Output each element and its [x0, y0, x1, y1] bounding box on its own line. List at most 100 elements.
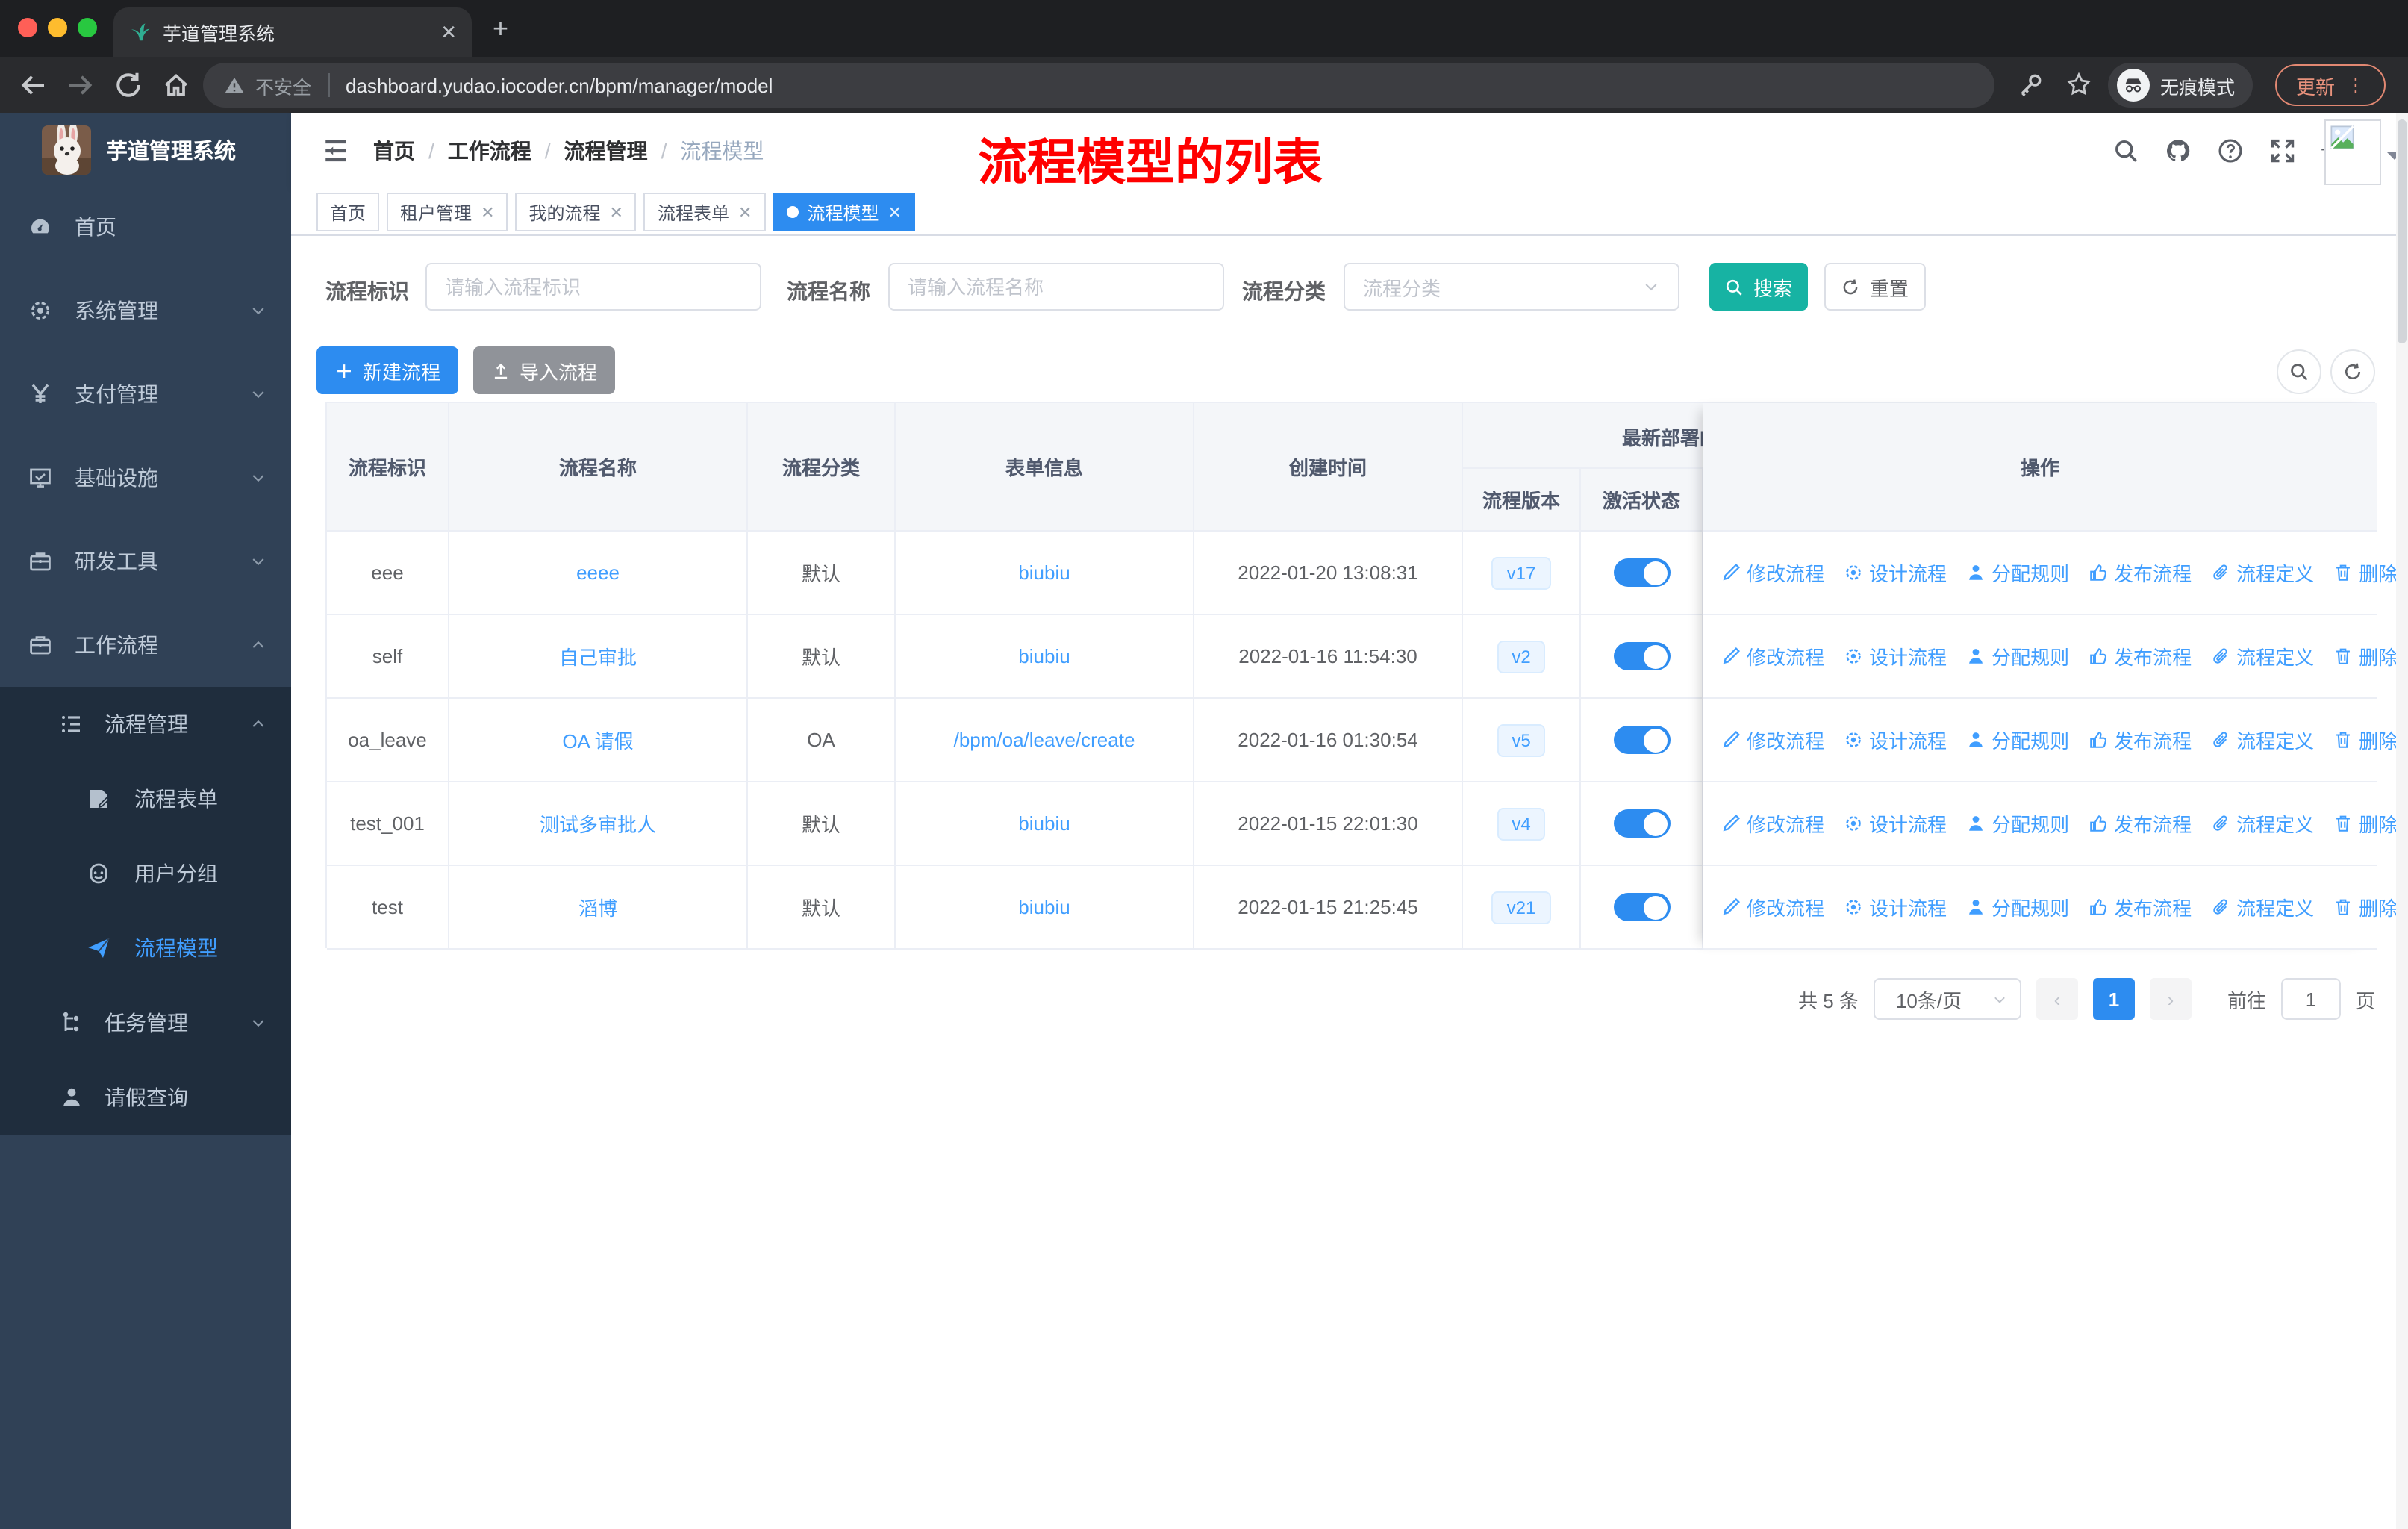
sidebar-item-process-management[interactable]: 流程管理: [0, 687, 291, 762]
tag-my-process[interactable]: 我的流程 ✕: [515, 193, 637, 231]
search-button[interactable]: 搜索: [1709, 263, 1808, 311]
process-definition-link[interactable]: 流程定义: [2211, 726, 2314, 754]
process-name-link[interactable]: eeee: [576, 561, 620, 584]
publish-process-link[interactable]: 发布流程: [2089, 809, 2192, 838]
home-icon[interactable]: [161, 70, 191, 100]
design-process-link[interactable]: 设计流程: [1844, 726, 1947, 754]
next-page-button[interactable]: ›: [2149, 978, 2192, 1020]
sidebar-item-leave-query[interactable]: 请假查询: [0, 1060, 291, 1135]
process-definition-link[interactable]: 流程定义: [2211, 809, 2314, 838]
window-minimize-button[interactable]: [48, 18, 67, 37]
tag-tenant-management[interactable]: 租户管理 ✕: [387, 193, 508, 231]
bookmark-star-icon[interactable]: [2066, 72, 2092, 97]
avatar[interactable]: [2324, 119, 2381, 185]
design-process-link[interactable]: 设计流程: [1844, 809, 1947, 838]
search-icon[interactable]: [2112, 137, 2139, 164]
scrollbar-thumb[interactable]: [2398, 119, 2407, 343]
active-toggle[interactable]: [1613, 558, 1670, 587]
import-process-button[interactable]: 导入流程: [473, 346, 615, 394]
current-page-button[interactable]: 1: [2092, 978, 2135, 1020]
delete-link[interactable]: 删除: [2333, 558, 2398, 587]
github-icon[interactable]: [2165, 137, 2192, 164]
modify-process-link[interactable]: 修改流程: [1721, 642, 1824, 670]
hamburger-icon[interactable]: [321, 136, 351, 166]
design-process-link[interactable]: 设计流程: [1844, 642, 1947, 670]
sidebar-item-task-management[interactable]: 任务管理: [0, 985, 291, 1060]
sidebar-item-home[interactable]: 首页: [0, 185, 291, 269]
process-name-link[interactable]: OA 请假: [562, 726, 633, 754]
window-close-button[interactable]: [18, 18, 37, 37]
form-info-link[interactable]: biubiu: [1018, 561, 1070, 584]
publish-process-link[interactable]: 发布流程: [2089, 726, 2192, 754]
sidebar-item-payment[interactable]: 支付管理: [0, 352, 291, 436]
help-icon[interactable]: [2217, 137, 2244, 164]
sidebar-item-system[interactable]: 系统管理: [0, 269, 291, 352]
breadcrumb-process-management[interactable]: 流程管理: [564, 136, 648, 166]
forward-icon[interactable]: [66, 70, 96, 100]
process-definition-link[interactable]: 流程定义: [2211, 893, 2314, 921]
sidebar-item-process-form[interactable]: 流程表单: [0, 762, 291, 836]
delete-link[interactable]: 删除: [2333, 809, 2398, 838]
reload-icon[interactable]: [113, 70, 143, 100]
reset-button[interactable]: 重置: [1824, 263, 1926, 311]
form-info-link[interactable]: /bpm/oa/leave/create: [954, 729, 1135, 751]
process-name-link[interactable]: 自己审批: [559, 642, 637, 670]
design-process-link[interactable]: 设计流程: [1844, 558, 1947, 587]
browser-tab[interactable]: 芋道管理系统 ✕: [113, 7, 472, 57]
breadcrumb-home[interactable]: 首页: [373, 136, 415, 166]
password-key-icon[interactable]: [2018, 72, 2044, 97]
process-name-link[interactable]: 滔博: [578, 893, 617, 921]
sidebar-item-dev-tools[interactable]: 研发工具: [0, 520, 291, 603]
new-tab-button[interactable]: +: [493, 15, 508, 42]
delete-link[interactable]: 删除: [2333, 726, 2398, 754]
modify-process-link[interactable]: 修改流程: [1721, 893, 1824, 921]
tag-close-icon[interactable]: ✕: [610, 202, 623, 222]
goto-page-input[interactable]: [2280, 978, 2341, 1020]
publish-process-link[interactable]: 发布流程: [2089, 558, 2192, 587]
create-process-button[interactable]: 新建流程: [316, 346, 458, 394]
show-search-toggle-button[interactable]: [2277, 349, 2321, 394]
assign-rule-link[interactable]: 分配规则: [1966, 642, 2069, 670]
active-toggle[interactable]: [1613, 809, 1670, 838]
publish-process-link[interactable]: 发布流程: [2089, 642, 2192, 670]
sidebar-item-user-group[interactable]: 用户分组: [0, 836, 291, 911]
delete-link[interactable]: 删除: [2333, 642, 2398, 670]
form-info-link[interactable]: biubiu: [1018, 645, 1070, 667]
process-definition-link[interactable]: 流程定义: [2211, 558, 2314, 587]
process-definition-link[interactable]: 流程定义: [2211, 642, 2314, 670]
back-icon[interactable]: [18, 70, 48, 100]
sidebar-item-process-model[interactable]: 流程模型: [0, 911, 291, 985]
tag-home[interactable]: 首页: [316, 193, 380, 231]
process-id-input[interactable]: [425, 263, 761, 311]
design-process-link[interactable]: 设计流程: [1844, 893, 1947, 921]
active-toggle[interactable]: [1613, 893, 1670, 921]
browser-update-button[interactable]: 更新 ⋮: [2275, 64, 2386, 106]
assign-rule-link[interactable]: 分配规则: [1966, 893, 2069, 921]
modify-process-link[interactable]: 修改流程: [1721, 558, 1824, 587]
sidebar-item-infrastructure[interactable]: 基础设施: [0, 436, 291, 520]
tab-close-icon[interactable]: ✕: [440, 20, 457, 44]
process-name-input[interactable]: [888, 263, 1224, 311]
assign-rule-link[interactable]: 分配规则: [1966, 809, 2069, 838]
refresh-table-button[interactable]: [2330, 349, 2375, 394]
category-select[interactable]: 流程分类: [1344, 263, 1679, 311]
modify-process-link[interactable]: 修改流程: [1721, 726, 1824, 754]
browser-menu-icon[interactable]: ⋮: [2347, 75, 2365, 96]
tag-process-form[interactable]: 流程表单 ✕: [643, 193, 766, 231]
app-logo-row[interactable]: 芋道管理系统: [0, 113, 291, 185]
process-name-link[interactable]: 测试多审批人: [540, 809, 656, 838]
window-zoom-button[interactable]: [78, 18, 97, 37]
active-toggle[interactable]: [1613, 642, 1670, 670]
tag-close-icon[interactable]: ✕: [481, 202, 494, 222]
delete-link[interactable]: 删除: [2333, 893, 2398, 921]
breadcrumb-workflow[interactable]: 工作流程: [448, 136, 531, 166]
page-scrollbar[interactable]: [2396, 113, 2408, 1529]
fullscreen-icon[interactable]: [2269, 137, 2296, 164]
publish-process-link[interactable]: 发布流程: [2089, 893, 2192, 921]
prev-page-button[interactable]: ‹: [2036, 978, 2078, 1020]
tag-process-model[interactable]: 流程模型 ✕: [773, 193, 915, 231]
form-info-link[interactable]: biubiu: [1018, 896, 1070, 918]
sidebar-item-workflow[interactable]: 工作流程: [0, 603, 291, 687]
form-info-link[interactable]: biubiu: [1018, 812, 1070, 835]
modify-process-link[interactable]: 修改流程: [1721, 809, 1824, 838]
